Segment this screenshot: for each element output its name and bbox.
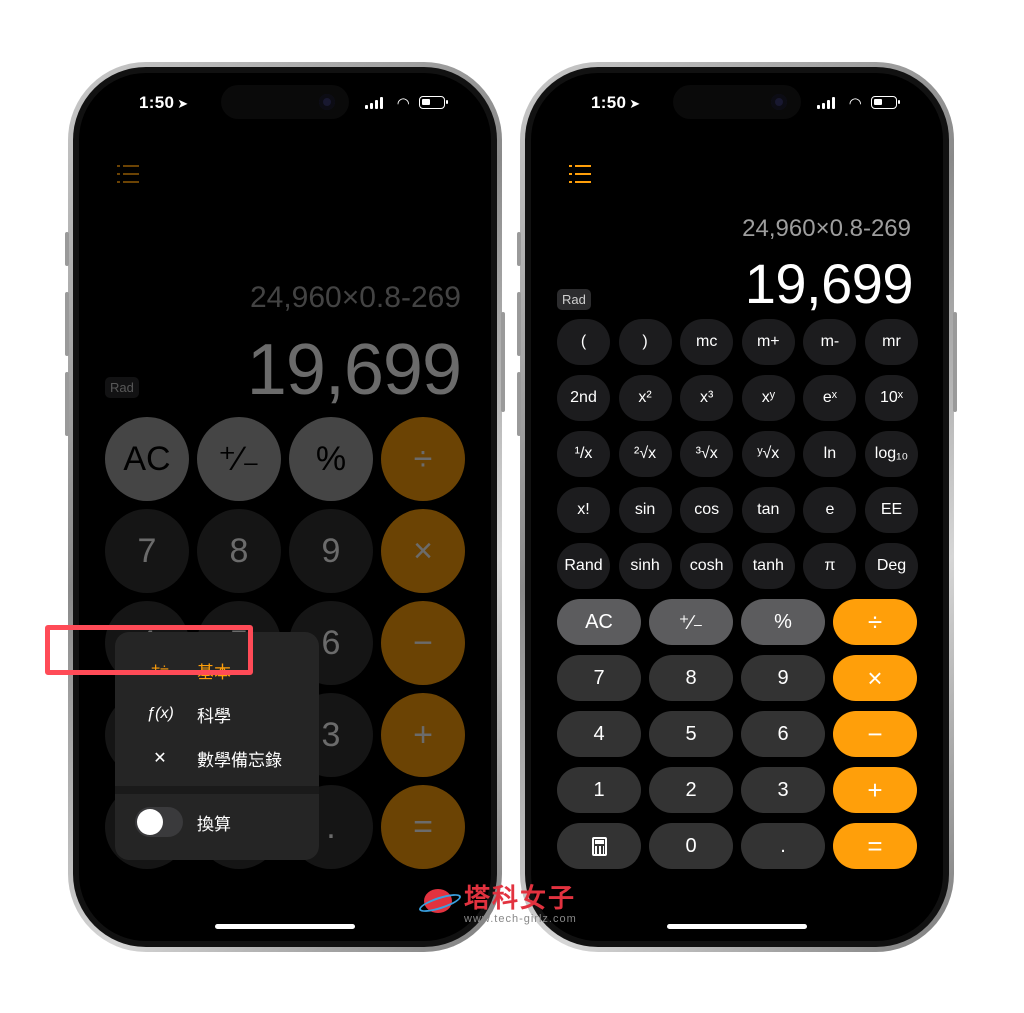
- key-button[interactable]: −: [381, 601, 465, 685]
- scientific-key[interactable]: 2nd: [557, 375, 610, 421]
- key-button[interactable]: 7: [557, 655, 641, 701]
- expression-display: 24,960×0.8-269: [249, 281, 461, 314]
- scientific-key[interactable]: cos: [680, 487, 734, 533]
- brand-logo-icon: [416, 879, 460, 923]
- key-button[interactable]: AC: [105, 417, 189, 501]
- expression-display: 24,960×0.8-269: [742, 215, 911, 242]
- key-button[interactable]: ⁺∕₋: [649, 599, 733, 645]
- key-button[interactable]: 4: [557, 711, 641, 757]
- rad-badge: Rad: [557, 289, 591, 310]
- key-button[interactable]: 9: [289, 509, 373, 593]
- key-button[interactable]: ⁺∕₋: [197, 417, 281, 501]
- key-button[interactable]: =: [833, 823, 917, 869]
- scientific-key[interactable]: EE: [865, 487, 918, 533]
- key-button[interactable]: %: [741, 599, 825, 645]
- scientific-key[interactable]: tan: [741, 487, 795, 533]
- scientific-key[interactable]: π: [803, 543, 857, 589]
- scientific-key[interactable]: mc: [680, 319, 734, 365]
- key-button[interactable]: 2: [649, 767, 733, 813]
- calculator-icon[interactable]: [557, 823, 641, 869]
- left-screen: 1:50 ➤ ◠ 24,960×0.8-269 19,699 Rad AC ⁺∕₋%…: [79, 73, 491, 941]
- scientific-key[interactable]: ): [618, 319, 672, 365]
- math-notes-icon: ✕: [153, 750, 167, 767]
- cellular-signal-icon: [817, 97, 835, 109]
- key-button[interactable]: AC: [557, 599, 641, 645]
- scientific-key[interactable]: eˣ: [803, 375, 857, 421]
- home-indicator: [215, 924, 355, 929]
- comparison-stage: 1:50 ➤ ◠ 24,960×0.8-269 19,699 Rad AC ⁺∕₋%…: [0, 0, 1024, 1013]
- scientific-key[interactable]: xʸ: [741, 375, 795, 421]
- menu-item-convert: 換算: [115, 800, 319, 844]
- scientific-key[interactable]: Rand: [557, 543, 610, 589]
- scientific-key[interactable]: 10ˣ: [865, 375, 918, 421]
- key-button[interactable]: ×: [833, 655, 917, 701]
- key-button[interactable]: 8: [649, 655, 733, 701]
- scientific-key[interactable]: ʸ√x: [741, 431, 795, 477]
- battery-icon: [871, 96, 900, 109]
- key-button[interactable]: 0: [649, 823, 733, 869]
- scientific-key[interactable]: x³: [680, 375, 734, 421]
- scientific-key[interactable]: sin: [618, 487, 672, 533]
- scientific-key[interactable]: mr: [865, 319, 918, 365]
- scientific-key[interactable]: x!: [557, 487, 610, 533]
- menu-item-label: 數學備忘錄: [197, 750, 282, 770]
- menu-item-label: 換算: [197, 814, 231, 834]
- status-time: 1:50 ➤: [591, 93, 641, 112]
- key-button[interactable]: +: [833, 767, 917, 813]
- watermark-url: www.tech-girlz.com: [464, 912, 577, 925]
- scientific-key[interactable]: ¹/x: [557, 431, 610, 477]
- scientific-key[interactable]: ³√x: [680, 431, 734, 477]
- menu-divider: [115, 786, 319, 794]
- watermark: 塔科女子 www.tech-girlz.com: [416, 876, 577, 926]
- key-button[interactable]: −: [833, 711, 917, 757]
- key-button[interactable]: 1: [557, 767, 641, 813]
- result-display: 19,699: [744, 252, 914, 315]
- scientific-key[interactable]: e: [803, 487, 857, 533]
- right-phone: 1:50 ➤ ◠ 24,960×0.8-269 19,699 Rad () mc m+…: [517, 62, 957, 952]
- scientific-key[interactable]: x²: [618, 375, 672, 421]
- menu-item-math-notes[interactable]: ✕ 數學備忘錄: [115, 736, 319, 780]
- scientific-key[interactable]: m-: [803, 319, 857, 365]
- scientific-key[interactable]: sinh: [618, 543, 672, 589]
- scientific-key[interactable]: cosh: [680, 543, 734, 589]
- wifi-icon: ◠: [849, 95, 861, 112]
- scientific-key[interactable]: (: [557, 319, 610, 365]
- key-button[interactable]: +: [381, 693, 465, 777]
- right-screen: 1:50 ➤ ◠ 24,960×0.8-269 19,699 Rad () mc m+…: [531, 73, 943, 941]
- home-indicator: [667, 924, 807, 929]
- result-display: 19,699: [246, 330, 462, 410]
- scientific-key[interactable]: m+: [741, 319, 795, 365]
- scientific-key[interactable]: ln: [803, 431, 857, 477]
- menu-list-icon[interactable]: [569, 165, 591, 183]
- rad-badge: Rad: [105, 377, 139, 398]
- function-icon: ƒ(x): [146, 705, 174, 722]
- menu-item-scientific[interactable]: ƒ(x) 科學: [115, 692, 319, 736]
- key-button[interactable]: .: [741, 823, 825, 869]
- key-button[interactable]: 9: [741, 655, 825, 701]
- key-button[interactable]: %: [289, 417, 373, 501]
- key-button[interactable]: ÷: [381, 417, 465, 501]
- key-button[interactable]: 3: [741, 767, 825, 813]
- key-button[interactable]: 6: [741, 711, 825, 757]
- key-button[interactable]: 5: [649, 711, 733, 757]
- key-button[interactable]: ×: [381, 509, 465, 593]
- key-button[interactable]: =: [381, 785, 465, 869]
- key-button[interactable]: 7: [105, 509, 189, 593]
- scientific-key[interactable]: Deg: [865, 543, 918, 589]
- watermark-name: 塔科女子: [464, 882, 577, 913]
- menu-list-icon[interactable]: [117, 165, 139, 183]
- menu-item-label: 科學: [197, 706, 231, 726]
- scientific-key[interactable]: log₁₀: [865, 431, 918, 477]
- highlight-box: [45, 625, 253, 675]
- scientific-key[interactable]: tanh: [741, 543, 795, 589]
- calculator-glyph-icon: [591, 836, 607, 856]
- location-arrow-icon: ➤: [629, 96, 641, 111]
- key-button[interactable]: ÷: [833, 599, 917, 645]
- scientific-key[interactable]: ²√x: [618, 431, 672, 477]
- key-button[interactable]: 8: [197, 509, 281, 593]
- status-bar: 1:50 ➤ ◠: [531, 93, 943, 113]
- left-phone: 1:50 ➤ ◠ 24,960×0.8-269 19,699 Rad AC ⁺∕₋%…: [65, 62, 505, 952]
